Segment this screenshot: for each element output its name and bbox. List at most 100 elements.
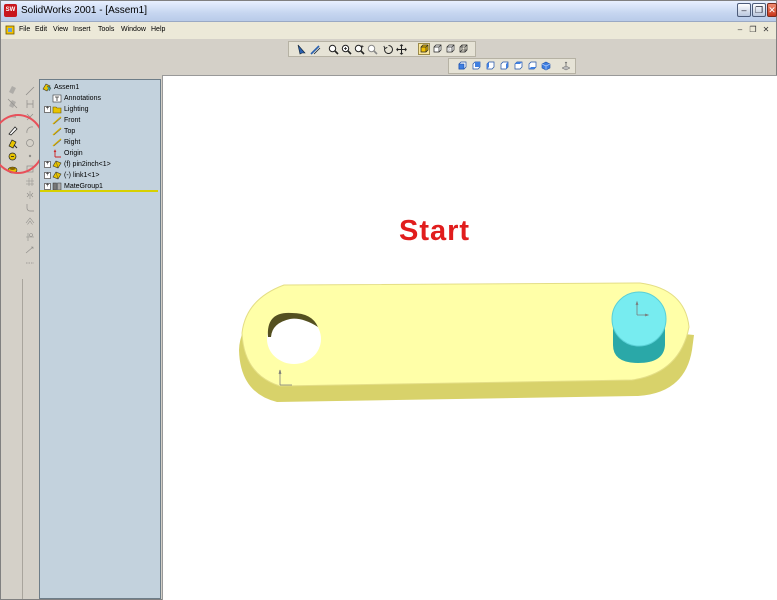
tb-left-view[interactable] xyxy=(484,60,496,72)
tree-item-label: Right xyxy=(64,139,81,146)
tb-hidden-removed[interactable] xyxy=(431,43,443,55)
tb-sketch-construction[interactable] xyxy=(24,257,36,268)
tb-sketch-offset[interactable] xyxy=(24,215,36,226)
tb-hidden-gray[interactable] xyxy=(444,43,456,55)
tb-sketch-dimension[interactable] xyxy=(24,98,36,109)
solidworks-logo-icon[interactable]: SW xyxy=(4,4,17,17)
app-window: SW SolidWorks 2001 - [Assem1] – ❐ ✕ File… xyxy=(0,0,777,600)
title-bar[interactable]: SW SolidWorks 2001 - [Assem1] – ❐ ✕ xyxy=(1,1,777,22)
expand-icon[interactable]: + xyxy=(44,172,51,179)
rotate-icon xyxy=(382,44,393,54)
model-3d[interactable] xyxy=(162,75,776,599)
doc-restore-button[interactable]: ❐ xyxy=(747,24,759,35)
tb-sketch-fillet[interactable] xyxy=(24,202,36,213)
tb-zoom-area[interactable] xyxy=(340,43,352,55)
part-icon xyxy=(52,171,62,180)
tb-top-view[interactable] xyxy=(512,60,524,72)
minimize-icon: – xyxy=(741,5,747,15)
tb-back-view[interactable] xyxy=(470,60,482,72)
line-icon xyxy=(25,86,35,95)
menu-bar: File Edit View Insert Tools Window Help … xyxy=(1,22,776,39)
tb-hide-component[interactable] xyxy=(5,97,19,110)
tb-front-view[interactable] xyxy=(456,60,468,72)
tb-rotate[interactable] xyxy=(382,43,394,55)
minimize-button[interactable]: – xyxy=(737,3,751,17)
standard-views-toolbar xyxy=(448,58,576,74)
tb-select[interactable] xyxy=(295,43,307,55)
expand-icon[interactable]: + xyxy=(44,106,51,113)
tb-right-view[interactable] xyxy=(498,60,510,72)
tb-bottom-view[interactable] xyxy=(526,60,538,72)
tb-shaded[interactable] xyxy=(418,43,430,55)
zoom-fit-icon xyxy=(328,44,339,55)
expand-icon[interactable]: + xyxy=(44,183,51,190)
pin-top-face[interactable] xyxy=(611,291,667,347)
zoom-in-out-icon xyxy=(354,44,365,55)
tb-insert-component[interactable] xyxy=(5,83,19,96)
trim-icon xyxy=(26,232,34,241)
tree-item-label: Top xyxy=(64,128,76,135)
tb-sketch-mirror[interactable] xyxy=(24,189,36,200)
menu-help[interactable]: Help xyxy=(151,26,165,33)
plane-icon xyxy=(52,116,62,125)
annotations-icon xyxy=(52,94,62,103)
bottom-view-icon xyxy=(528,61,537,70)
tree-item-label: Origin xyxy=(64,150,83,157)
dimension-icon xyxy=(26,99,34,108)
menu-tools[interactable]: Tools xyxy=(98,26,114,33)
front-view-icon xyxy=(458,61,467,70)
tb-wireframe[interactable] xyxy=(457,43,469,55)
hide-component-icon xyxy=(7,98,17,109)
tb-zoom-selection[interactable] xyxy=(366,43,378,55)
tb-sketch-extend[interactable] xyxy=(24,244,36,255)
menu-edit[interactable]: Edit xyxy=(35,26,47,33)
hidden-gray-icon xyxy=(446,44,455,53)
menu-insert[interactable]: Insert xyxy=(73,26,91,33)
menu-window[interactable]: Window xyxy=(121,26,146,33)
tb-zoom-in-out[interactable] xyxy=(353,43,365,55)
sketch-toolbar xyxy=(22,79,40,279)
normal-to-icon xyxy=(561,61,571,71)
menu-file[interactable]: File xyxy=(19,26,30,33)
zoom-selection-icon xyxy=(367,44,378,55)
doc-close-button[interactable]: ✕ xyxy=(760,24,772,35)
tree-root-label: Assem1 xyxy=(54,84,80,91)
tree-item-label: (f) pin2inch<1> xyxy=(64,161,111,168)
construction-icon xyxy=(26,262,34,263)
plane-icon xyxy=(52,138,62,147)
feature-manager-tree[interactable]: Assem1 Annotations + Lighting Front Top Right… xyxy=(39,79,161,599)
doc-minimize-button[interactable]: – xyxy=(734,24,746,35)
mirror-icon xyxy=(26,190,34,199)
hidden-removed-icon xyxy=(433,44,442,53)
select-icon xyxy=(297,44,306,54)
rollback-bar[interactable] xyxy=(40,190,158,192)
tb-isometric-view[interactable] xyxy=(540,60,552,72)
right-view-icon xyxy=(500,61,509,70)
window-title: SolidWorks 2001 - [Assem1] xyxy=(21,5,147,16)
tb-normal-to[interactable] xyxy=(560,60,572,72)
tb-sketch-line[interactable] xyxy=(24,85,36,96)
tree-item-label: Front xyxy=(64,117,81,124)
pan-icon xyxy=(395,43,407,55)
tb-pan[interactable] xyxy=(395,43,407,55)
tb-zoom-fit[interactable] xyxy=(327,43,339,55)
origin-icon xyxy=(53,149,61,158)
plane-icon xyxy=(52,127,62,136)
extend-icon xyxy=(25,246,34,253)
close-button[interactable]: ✕ xyxy=(767,3,777,17)
tb-sketch[interactable] xyxy=(309,43,321,55)
minimize-icon: – xyxy=(737,25,743,34)
lighting-folder-icon xyxy=(52,106,62,114)
restore-icon: ❐ xyxy=(749,25,757,34)
component-icon xyxy=(8,86,16,94)
assembly-icon xyxy=(42,83,52,92)
expand-icon[interactable]: + xyxy=(44,161,51,168)
view-toolbar xyxy=(288,41,476,57)
shaded-icon xyxy=(420,44,429,53)
tb-sketch-grid[interactable] xyxy=(24,176,36,187)
document-menu-icon[interactable] xyxy=(5,25,15,35)
maximize-button[interactable]: ❐ xyxy=(752,3,766,17)
left-view-icon xyxy=(486,61,495,70)
tb-sketch-trim[interactable] xyxy=(24,231,36,242)
menu-view[interactable]: View xyxy=(53,26,68,33)
